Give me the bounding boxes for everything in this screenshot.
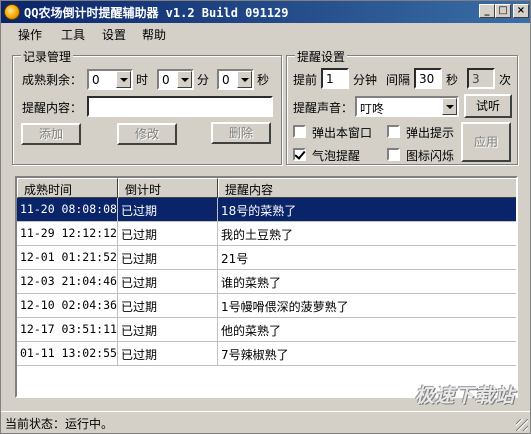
cell-content: 谁的菜熟了 — [218, 270, 516, 294]
interval-label: 间隔 — [386, 73, 411, 87]
hours-select[interactable]: 0 — [87, 69, 133, 90]
bubble-label: 气泡提醒 — [312, 149, 361, 163]
table-row[interactable]: 12-01 01:21:52 已过期 21号 — [17, 246, 516, 270]
reminder-list[interactable]: 成熟时间 倒计时 提醒内容 11-20 08:08:08 已过期 18号的菜熟了 11… — [15, 176, 518, 398]
app-window: QQ农场倒计时提醒辅助器 v1.2 Build 091129 _ □ × 操作 … — [0, 0, 531, 434]
remaining-label: 成熟剩余： — [22, 73, 83, 87]
apply-button[interactable]: 应用 — [461, 122, 511, 162]
sound-value: 叮咚 — [360, 102, 385, 116]
content-label: 提醒内容： — [22, 101, 83, 115]
chevron-down-icon[interactable] — [177, 71, 192, 88]
cell-content: 1号幔嗗偎深的菠萝熟了 — [218, 294, 516, 318]
list-header: 成熟时间 倒计时 提醒内容 — [17, 178, 516, 198]
resize-grip-icon[interactable] — [516, 419, 528, 431]
app-icon — [4, 4, 20, 20]
table-row[interactable]: 12-17 03:51:11 已过期 他的菜熟了 — [17, 318, 516, 342]
menu-settings[interactable]: 设置 — [102, 26, 126, 43]
watermark: 极速下载站 — [415, 385, 516, 407]
record-group: 记录管理 成熟剩余： 0 时 0 分 0 秒 提醒内容： 添加 修改 删除 — [12, 48, 282, 165]
edit-button[interactable]: 修改 — [117, 123, 177, 145]
advance-unit: 分钟 — [353, 73, 378, 87]
minimize-button[interactable]: _ — [479, 4, 495, 18]
cell-content: 我的土豆熟了 — [218, 222, 516, 246]
table-row[interactable]: 11-29 12:12:12 已过期 我的土豆熟了 — [17, 222, 516, 246]
cell-time: 12-01 01:21:52 — [17, 246, 118, 270]
maximize-button[interactable]: □ — [495, 4, 511, 18]
popup-window-label: 弹出本窗口 — [312, 126, 373, 140]
menu-operate[interactable]: 操作 — [18, 26, 42, 43]
cell-content: 他的菜熟了 — [218, 318, 516, 342]
hours-value: 0 — [92, 73, 100, 87]
advance-label: 提前 — [293, 73, 318, 87]
status-text: 当前状态：运行中。 — [5, 417, 114, 431]
popup-tip-label: 弹出提示 — [406, 126, 455, 140]
status-bar: 当前状态：运行中。 — [1, 411, 530, 433]
seconds-value: 0 — [222, 73, 230, 87]
cell-time: 12-17 03:51:11 — [17, 318, 118, 342]
listen-button[interactable]: 试听 — [464, 94, 512, 118]
cell-time: 12-03 21:04:46 — [17, 270, 118, 294]
cell-countdown: 已过期 — [118, 318, 218, 342]
reminder-group-title: 提醒设置 — [295, 48, 348, 65]
seconds-unit: 秒 — [257, 73, 270, 87]
title-bar[interactable]: QQ农场倒计时提醒辅助器 v1.2 Build 091129 _ □ × — [1, 1, 530, 23]
cell-countdown: 已过期 — [118, 222, 218, 246]
sound-select[interactable]: 叮咚 — [355, 96, 459, 117]
checkbox-box[interactable] — [387, 125, 400, 138]
menu-tools[interactable]: 工具 — [61, 26, 85, 43]
cell-time: 12-10 02:04:36 — [17, 294, 118, 318]
popup-tip-checkbox[interactable]: 弹出提示 — [387, 124, 461, 140]
cell-countdown: 已过期 — [118, 246, 218, 270]
minutes-value: 0 — [162, 73, 170, 87]
close-button[interactable]: × — [513, 4, 529, 18]
reminder-group: 提醒设置 提前 1 分钟 间隔 30 秒 3 次 提醒声音： 叮咚 试听 弹出本… — [286, 48, 518, 165]
cell-time: 01-11 13:02:55 — [17, 342, 118, 366]
cell-time: 11-29 12:12:12 — [17, 222, 118, 246]
cell-time: 11-20 08:08:08 — [17, 198, 118, 222]
interval-input[interactable]: 30 — [414, 68, 442, 89]
chevron-down-icon[interactable] — [116, 71, 131, 88]
chevron-down-icon[interactable] — [237, 71, 252, 88]
hours-unit: 时 — [136, 73, 149, 87]
interval-unit: 秒 — [446, 73, 459, 87]
checkbox-box-checked[interactable] — [293, 148, 306, 161]
bubble-checkbox[interactable]: 气泡提醒 — [293, 147, 383, 163]
chevron-down-icon[interactable] — [442, 98, 457, 115]
count-unit: 次 — [499, 73, 512, 87]
table-row[interactable]: 01-11 13:02:55 已过期 7号辣椒熟了 — [17, 342, 516, 366]
table-row[interactable]: 12-10 02:04:36 已过期 1号幔嗗偎深的菠萝熟了 — [17, 294, 516, 318]
minutes-unit: 分 — [197, 73, 210, 87]
menu-bar: 操作 工具 设置 帮助 — [1, 23, 530, 43]
delete-button[interactable]: 删除 — [211, 122, 271, 144]
advance-input[interactable]: 1 — [321, 68, 349, 89]
window-title: QQ农场倒计时提醒辅助器 v1.2 Build 091129 — [24, 6, 289, 20]
cell-countdown: 已过期 — [118, 198, 218, 222]
checkbox-box[interactable] — [293, 125, 306, 138]
add-button[interactable]: 添加 — [21, 123, 81, 145]
cell-countdown: 已过期 — [118, 294, 218, 318]
sound-label: 提醒声音： — [293, 101, 354, 115]
column-header-countdown[interactable]: 倒计时 — [118, 178, 218, 198]
minutes-select[interactable]: 0 — [157, 69, 194, 90]
seconds-select[interactable]: 0 — [217, 69, 254, 90]
content-input[interactable] — [87, 96, 273, 117]
cell-content: 18号的菜熟了 — [218, 198, 516, 222]
table-row[interactable]: 11-20 08:08:08 已过期 18号的菜熟了 — [17, 198, 516, 222]
count-input[interactable]: 3 — [467, 68, 495, 89]
cell-countdown: 已过期 — [118, 342, 218, 366]
table-row[interactable]: 12-03 21:04:46 已过期 谁的菜熟了 — [17, 270, 516, 294]
record-group-title: 记录管理 — [21, 48, 74, 65]
cell-content: 7号辣椒熟了 — [218, 342, 516, 366]
popup-window-checkbox[interactable]: 弹出本窗口 — [293, 124, 383, 140]
icon-flash-checkbox[interactable]: 图标闪烁 — [387, 147, 461, 163]
checkbox-box[interactable] — [387, 148, 400, 161]
menu-help[interactable]: 帮助 — [142, 26, 166, 43]
cell-content: 21号 — [218, 246, 516, 270]
icon-flash-label: 图标闪烁 — [406, 149, 455, 163]
column-header-time[interactable]: 成熟时间 — [17, 178, 118, 198]
cell-countdown: 已过期 — [118, 270, 218, 294]
column-header-content[interactable]: 提醒内容 — [218, 178, 516, 198]
